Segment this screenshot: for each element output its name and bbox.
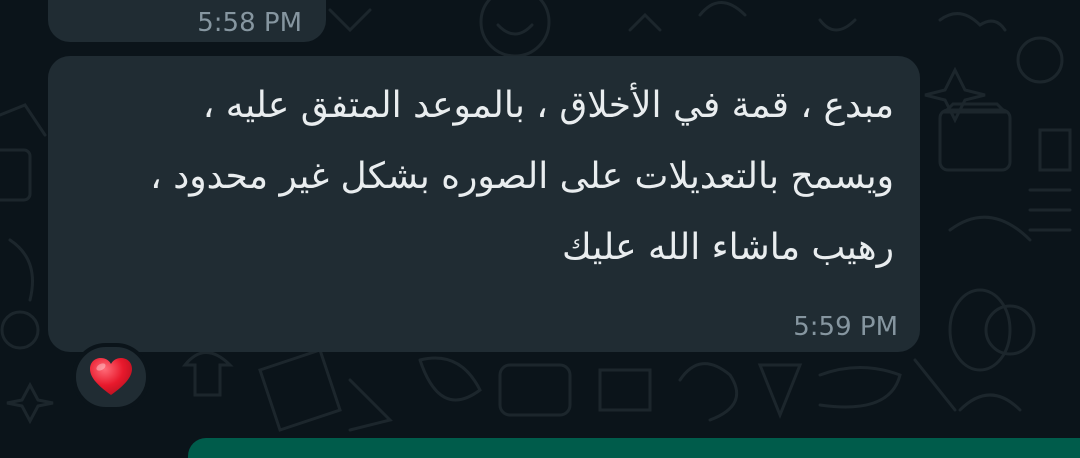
previous-message-bubble[interactable]: 5:58 PM [48,0,326,42]
message-line: رهيب ماشاء الله عليك [561,227,894,268]
message-line: ويسمح بالتعديلات على الصوره بشكل غير محد… [150,156,894,197]
message-bubble[interactable]: مبدع ، قمة في الأخلاق ، بالموعد المتفق ع… [48,56,920,352]
next-outgoing-message-bubble[interactable] [188,438,1080,458]
message-line: مبدع ، قمة في الأخلاق ، بالموعد المتفق ع… [202,85,894,126]
message-timestamp: 5:58 PM [197,8,302,38]
reaction-badge[interactable] [72,343,150,411]
message-timestamp: 5:59 PM [793,312,898,342]
heart-icon [90,358,132,395]
message-text: مبدع ، قمة في الأخلاق ، بالموعد المتفق ع… [150,70,894,283]
